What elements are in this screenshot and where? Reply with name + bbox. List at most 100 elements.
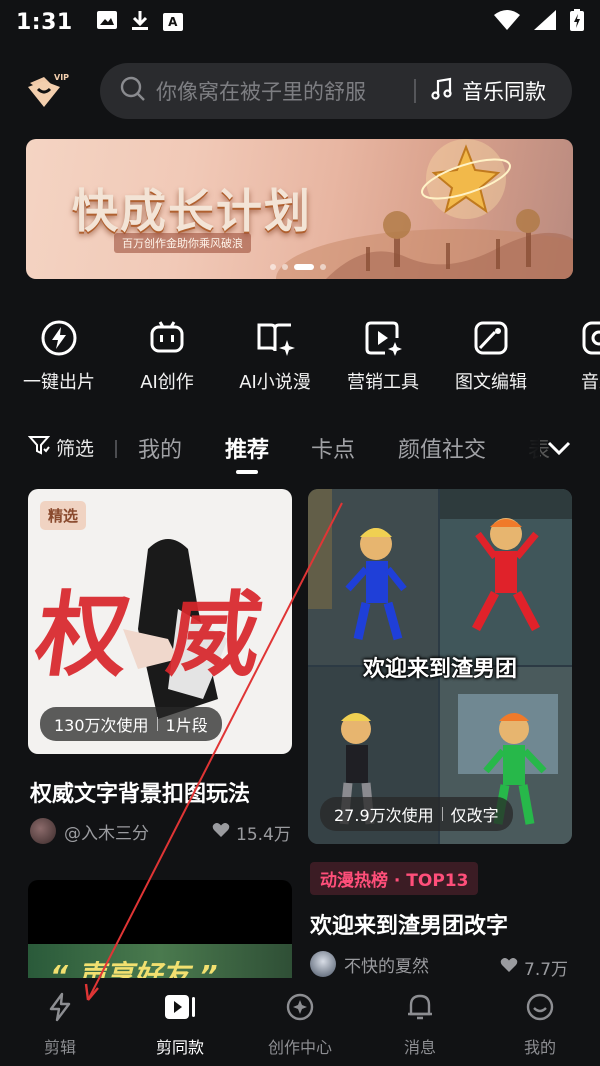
image-edit-icon	[471, 318, 511, 358]
category-tabs: 筛选 我的 推荐 卡点 颜值社交 表	[0, 424, 600, 474]
author-name: @入木三分	[64, 823, 149, 844]
status-bar: 1:31 A	[0, 0, 600, 44]
avatar	[310, 951, 336, 977]
tool-ai-novel-comic[interactable]: AI小说漫	[225, 318, 325, 394]
search-icon	[120, 76, 146, 106]
pill-divider	[156, 717, 158, 731]
banner-dot	[270, 264, 276, 270]
active-tab-indicator	[236, 470, 258, 474]
bottom-nav: 剪辑 剪同款 创作中心 消息 我的	[0, 978, 600, 1066]
banner-dot-active	[294, 264, 314, 270]
tool-label: 一键出片	[23, 372, 95, 393]
template-card-thumbnail[interactable]: “ 声享好友 ”	[28, 880, 292, 978]
lightning-icon	[45, 992, 75, 1026]
music-note-icon	[430, 77, 454, 106]
nav-messages[interactable]: 消息	[360, 978, 480, 1066]
heart-icon	[212, 822, 230, 843]
music-circle-icon	[579, 318, 600, 358]
status-time: 1:31	[16, 9, 73, 35]
robot-icon	[147, 318, 187, 358]
nav-label: 创作中心	[267, 1038, 332, 1057]
play-sparkle-icon	[363, 318, 403, 358]
promo-banner[interactable]: 快成长计划 百万创作金助你乘风破浪	[26, 139, 573, 279]
edit-tag: 仅改字	[450, 806, 499, 825]
tab-beat-sync[interactable]: 卡点	[311, 432, 355, 464]
accessibility-icon: A	[162, 13, 183, 31]
search-divider	[414, 79, 416, 103]
search-input[interactable]: 你像窝在被子里的舒服	[156, 76, 404, 106]
tool-ai-create[interactable]: AI创作	[117, 318, 217, 394]
nav-creator-center[interactable]: 创作中心	[240, 978, 360, 1066]
book-sparkle-icon	[255, 318, 295, 358]
featured-badge: 精选	[40, 501, 87, 530]
tool-music[interactable]: 音乐	[549, 318, 600, 394]
gallery-icon	[96, 11, 117, 33]
banner-subtitle: 百万创作金助你乘风破浪	[114, 233, 251, 253]
likes-count: 15.4万	[236, 825, 291, 845]
heart-icon	[500, 957, 518, 978]
template-card-thumbnail[interactable]: 权威 精选 130万次使用 1片段	[28, 489, 292, 754]
music-label: 音乐同款	[462, 80, 546, 104]
nav-edit[interactable]: 剪辑	[0, 978, 120, 1066]
usage-count: 130万次使用	[54, 716, 149, 735]
tabs-fade	[500, 424, 540, 474]
likes-count: 7.7万	[524, 960, 569, 980]
card-likes: 7.7万	[500, 955, 568, 980]
card-art-text: “ 声享好友 ”	[50, 959, 218, 978]
usage-pill: 130万次使用 1片段	[40, 707, 222, 741]
nav-profile[interactable]: 我的	[480, 978, 600, 1066]
tool-label: 营销工具	[347, 372, 419, 393]
template-card-thumbnail[interactable]: 欢迎来到渣男团 27.9万次使用 仅改字	[308, 489, 572, 844]
creator-center-icon	[285, 992, 315, 1026]
tab-divider	[115, 440, 117, 458]
card-author[interactable]: @入木三分	[30, 818, 149, 844]
chevron-down-icon[interactable]	[546, 438, 572, 462]
vip-logo-icon[interactable]: VIP	[26, 71, 76, 111]
banner-page-dots	[270, 264, 326, 270]
card-overlay-text: 欢迎来到渣男团	[362, 657, 517, 682]
battery-icon	[570, 9, 584, 35]
card-title[interactable]: 欢迎来到渣男团改字	[310, 908, 508, 940]
tab-beauty-social[interactable]: 颜值社交	[398, 432, 486, 464]
nav-label: 消息	[403, 1038, 436, 1057]
top-header: VIP 你像窝在被子里的舒服 音乐同款	[0, 62, 600, 120]
signal-icon	[534, 10, 556, 34]
banner-dot	[320, 264, 326, 270]
avatar	[30, 818, 56, 844]
tool-marketing[interactable]: 营销工具	[333, 318, 433, 394]
nav-label: 我的	[523, 1038, 556, 1057]
tool-shortcuts: 一键出片 AI创作 AI小说漫 营销工具 图文编辑 音乐	[0, 318, 600, 398]
download-icon	[131, 10, 149, 34]
author-name: 不快的夏然	[344, 956, 429, 977]
vip-label: VIP	[54, 73, 70, 82]
nav-clip-template[interactable]: 剪同款	[120, 978, 240, 1066]
tab-recommend[interactable]: 推荐	[225, 432, 269, 464]
search-bar[interactable]: 你像窝在被子里的舒服 音乐同款	[100, 63, 572, 119]
bolt-circle-icon	[39, 318, 79, 358]
hot-rank-badge[interactable]: 动漫热榜 · TOP13	[310, 862, 479, 895]
usage-count: 27.9万次使用	[334, 806, 434, 825]
tool-one-click-film[interactable]: 一键出片	[9, 318, 109, 394]
tool-label: 图文编辑	[455, 372, 527, 393]
nav-label: 剪同款	[155, 1038, 204, 1057]
banner-title: 快成长计划	[72, 184, 312, 238]
card-title[interactable]: 权威文字背景扣图玩法	[30, 776, 250, 808]
tool-label: 音乐	[581, 372, 600, 393]
tab-mine[interactable]: 我的	[138, 432, 182, 464]
tool-label: AI小说漫	[239, 372, 311, 393]
music-same-style-button[interactable]: 音乐同款	[430, 76, 546, 106]
card-art-text: 权威	[29, 581, 292, 689]
filter-button[interactable]: 筛选	[27, 434, 95, 461]
tool-label: AI创作	[140, 372, 194, 393]
usage-pill: 27.9万次使用 仅改字	[320, 797, 513, 831]
pill-divider	[441, 807, 443, 821]
profile-smile-icon	[525, 992, 555, 1026]
wifi-icon	[494, 10, 520, 34]
tool-image-text-edit[interactable]: 图文编辑	[441, 318, 541, 394]
segment-count: 1片段	[165, 716, 208, 735]
card-author[interactable]: 不快的夏然	[310, 951, 429, 977]
banner-dot	[282, 264, 288, 270]
nav-label: 剪辑	[43, 1038, 76, 1057]
filter-label: 筛选	[56, 438, 95, 460]
clip-template-icon	[163, 992, 197, 1026]
